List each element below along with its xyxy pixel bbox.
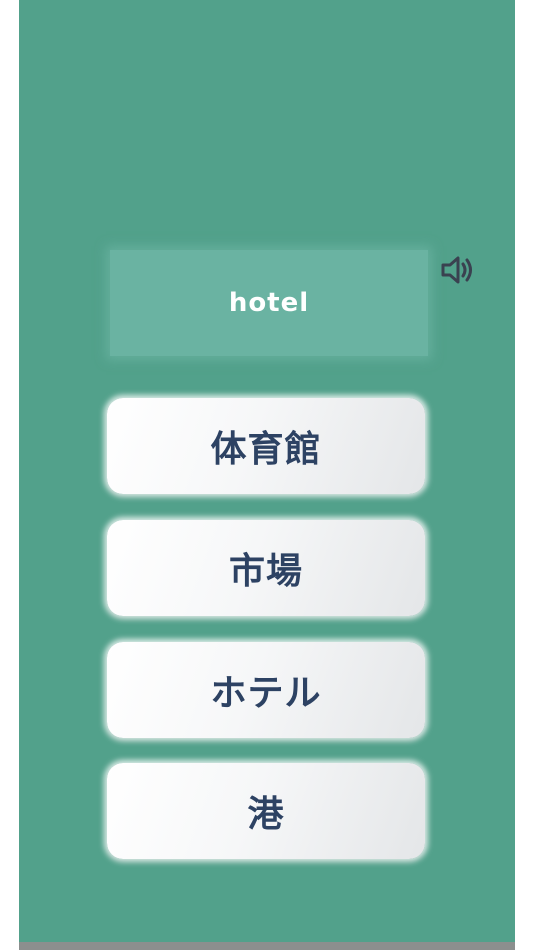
choice-button-3[interactable]: ホテル	[107, 642, 425, 738]
word-card: hotel	[110, 250, 428, 356]
speaker-icon[interactable]	[440, 254, 476, 286]
quiz-word: hotel	[228, 288, 310, 318]
choice-label: 体育館	[210, 429, 322, 470]
bottom-bar	[19, 942, 515, 950]
choice-label: 港	[247, 794, 285, 835]
choice-label: 市場	[228, 551, 303, 592]
choice-button-1[interactable]: 体育館	[107, 398, 425, 494]
choice-button-4[interactable]: 港	[107, 763, 425, 859]
choice-button-2[interactable]: 市場	[107, 520, 425, 616]
choice-label: ホテル	[210, 673, 322, 714]
